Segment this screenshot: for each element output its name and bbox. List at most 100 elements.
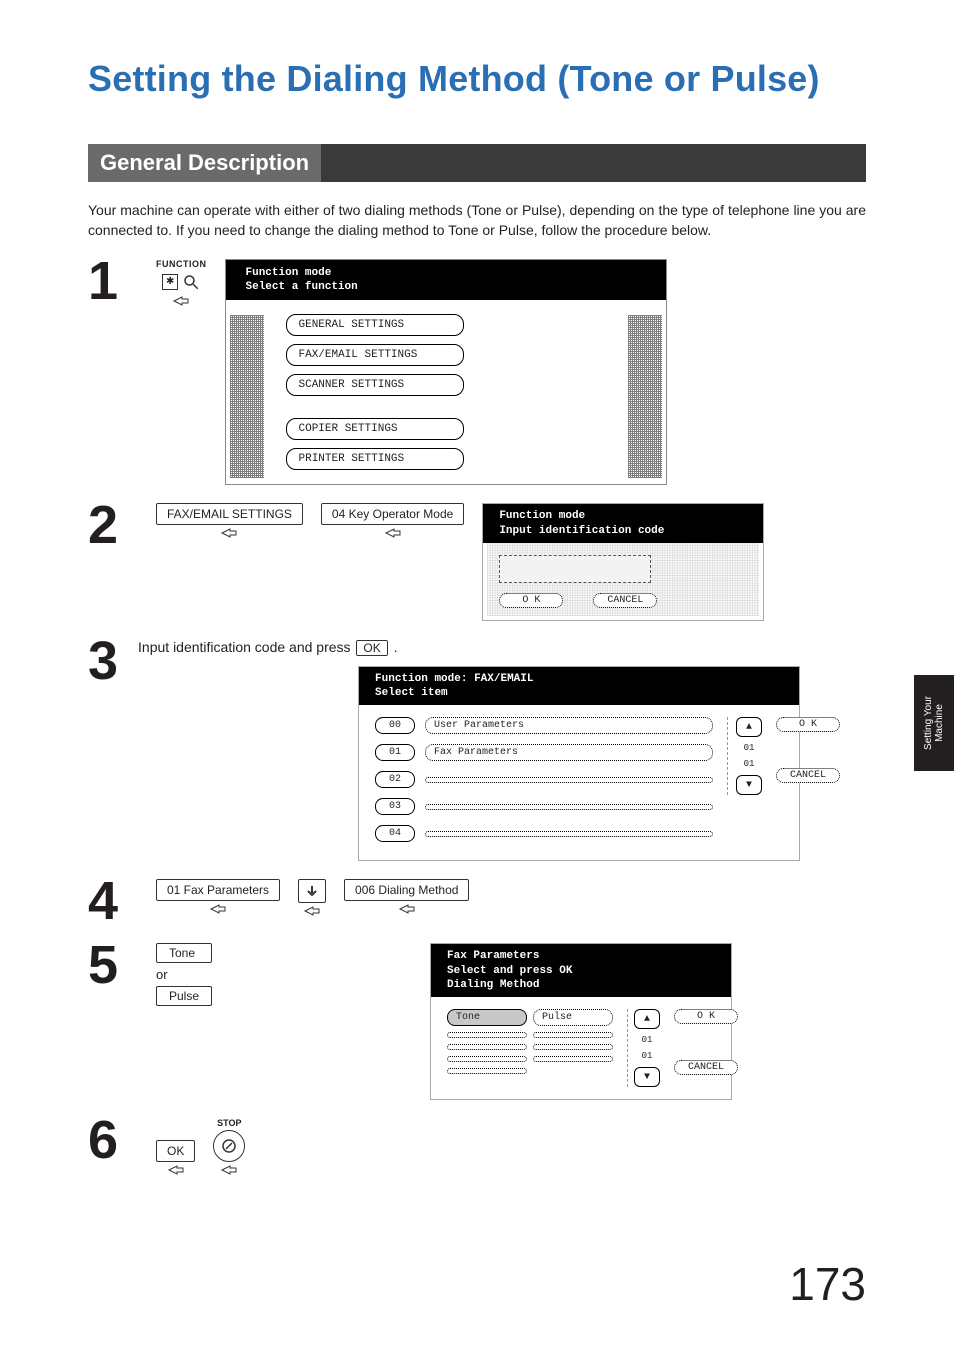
list-index: 02 (375, 771, 415, 788)
step-3-lcd-line2: Select item (375, 686, 783, 700)
step-5-lcd-line1: Fax Parameters (447, 949, 715, 963)
step-2-content: FAX/EMAIL SETTINGS 04 Key Operator Mode … (156, 503, 764, 621)
pointer-icon (303, 905, 321, 917)
arrow-down-icon (298, 879, 326, 903)
tone-key[interactable]: Tone (156, 943, 212, 963)
scroll-down-icon[interactable]: ▼ (634, 1067, 660, 1087)
cancel-button[interactable]: CANCEL (776, 768, 840, 783)
page-indicator-bottom: 01 (744, 759, 755, 769)
step-5-choices: Tone or Pulse (156, 943, 212, 1006)
printer-settings-button[interactable]: PRINTER SETTINGS (286, 448, 464, 470)
ok-key[interactable]: OK (156, 1140, 195, 1176)
list-label (425, 804, 713, 810)
list-index: 01 (375, 744, 415, 761)
section-heading-bar: General Description (88, 144, 866, 182)
step-1-lcd-col1: GENERAL SETTINGS FAX/EMAIL SETTINGS SCAN… (286, 314, 464, 396)
ok-button[interactable]: O K (674, 1009, 738, 1024)
fax-parameters-key-label: 01 Fax Parameters (156, 879, 280, 901)
key-operator-mode-key[interactable]: 04 Key Operator Mode (321, 503, 464, 539)
scroll-indicator: ▲ 01 01 ▼ (627, 1009, 660, 1087)
fax-email-settings-button[interactable]: FAX/EMAIL SETTINGS (286, 344, 464, 366)
step-2-lcd-line2: Input identification code (499, 524, 747, 538)
cancel-button[interactable]: CANCEL (593, 593, 657, 608)
step-1-lcd: Function mode Select a function GENERAL … (225, 259, 667, 486)
page-title: Setting the Dialing Method (Tone or Puls… (88, 58, 866, 100)
step-3: 3 Input identification code and press OK… (88, 639, 866, 862)
step-3-instruction: Input identification code and press OK . (138, 639, 916, 656)
page-indicator-bottom: 01 (642, 1051, 653, 1061)
empty-option (533, 1032, 613, 1038)
step-5-lcd-line3: Dialing Method (447, 978, 715, 992)
list-label: Fax Parameters (425, 744, 713, 761)
scroll-up-icon[interactable]: ▲ (736, 717, 762, 737)
scanner-settings-button[interactable]: SCANNER SETTINGS (286, 374, 464, 396)
page-indicator-top: 01 (642, 1035, 653, 1045)
empty-option (447, 1056, 527, 1062)
function-key[interactable]: FUNCTION ✱ (156, 259, 207, 307)
id-code-input[interactable] (499, 555, 651, 583)
scroll-up-icon[interactable]: ▲ (634, 1009, 660, 1029)
step-2-number: 2 (88, 503, 136, 549)
stop-key[interactable]: STOP (213, 1118, 245, 1176)
dialing-method-key[interactable]: 006 Dialing Method (344, 879, 469, 915)
list-item[interactable]: 04 (375, 825, 713, 842)
copier-settings-button[interactable]: COPIER SETTINGS (286, 418, 464, 440)
pointer-icon (384, 527, 402, 539)
ok-inline-key[interactable]: OK (356, 640, 387, 656)
key-operator-mode-key-label: 04 Key Operator Mode (321, 503, 464, 525)
section-heading: General Description (88, 144, 321, 182)
step-5-lcd: Fax Parameters Select and press OK Diali… (430, 943, 732, 1100)
empty-option (533, 1056, 613, 1062)
dial-option-grid: Tone Pulse (447, 1009, 613, 1074)
step-3-lcd-header: Function mode: FAX/EMAIL Select item (359, 667, 799, 706)
lcd-dots-left (230, 315, 264, 479)
tone-option[interactable]: Tone (447, 1009, 527, 1026)
list-item[interactable]: 02 (375, 771, 713, 788)
dialing-method-key-label: 006 Dialing Method (344, 879, 469, 901)
step-2: 2 FAX/EMAIL SETTINGS 04 Key Operator Mod… (88, 503, 866, 621)
list-label (425, 777, 713, 783)
step-3-content: Input identification code and press OK .… (138, 639, 916, 862)
empty-option (533, 1044, 613, 1050)
page-indicator-top: 01 (744, 743, 755, 753)
stop-key-label: STOP (217, 1118, 241, 1128)
general-settings-button[interactable]: GENERAL SETTINGS (286, 314, 464, 336)
ok-button[interactable]: O K (499, 593, 563, 608)
step-2-lcd-line1: Function mode (499, 509, 747, 523)
empty-option (447, 1044, 527, 1050)
step-3-text-after: . (394, 639, 398, 655)
side-tab-line2: Machine (934, 696, 945, 750)
scroll-indicator: ▲ 01 01 ▼ (727, 717, 762, 795)
step-3-lcd: Function mode: FAX/EMAIL Select item 00 … (358, 666, 800, 862)
step-6: 6 OK STOP (88, 1118, 866, 1176)
pointer-icon (172, 295, 190, 307)
intro-paragraph: Your machine can operate with either of … (88, 200, 866, 241)
empty-option (447, 1068, 527, 1074)
list-label (425, 831, 713, 837)
list-item[interactable]: 00 User Parameters (375, 717, 713, 734)
step-1-number: 1 (88, 259, 136, 305)
pointer-icon (209, 903, 227, 915)
step-1: 1 FUNCTION ✱ Function mode Select a fu (88, 259, 866, 486)
cancel-button[interactable]: CANCEL (674, 1060, 738, 1075)
list-item[interactable]: 03 (375, 798, 713, 815)
scroll-down-icon[interactable]: ▼ (736, 775, 762, 795)
step-1-lcd-col2: COPIER SETTINGS PRINTER SETTINGS (286, 418, 464, 470)
step-5-content: Tone or Pulse Fax Parameters Select and … (156, 943, 732, 1100)
ok-button[interactable]: O K (776, 717, 840, 732)
page: Setting the Dialing Method (Tone or Puls… (0, 0, 954, 1351)
fax-parameters-key[interactable]: 01 Fax Parameters (156, 879, 280, 915)
magnifier-icon (182, 273, 200, 291)
step-4: 4 01 Fax Parameters 006 Dialing Method (88, 879, 866, 925)
pulse-option[interactable]: Pulse (533, 1009, 613, 1026)
step-5-lcd-header: Fax Parameters Select and press OK Diali… (431, 944, 731, 997)
arrow-down-key[interactable] (298, 879, 326, 917)
step-5: 5 Tone or Pulse Fax Parameters Select an… (88, 943, 866, 1100)
fax-email-settings-key[interactable]: FAX/EMAIL SETTINGS (156, 503, 303, 539)
pulse-key[interactable]: Pulse (156, 986, 212, 1006)
list-item[interactable]: 01 Fax Parameters (375, 744, 713, 761)
step-4-content: 01 Fax Parameters 006 Dialing Method (156, 879, 469, 917)
function-key-label: FUNCTION (156, 259, 207, 269)
list-index: 04 (375, 825, 415, 842)
step-3-list: 00 User Parameters 01 Fax Parameters 02 (375, 717, 713, 848)
